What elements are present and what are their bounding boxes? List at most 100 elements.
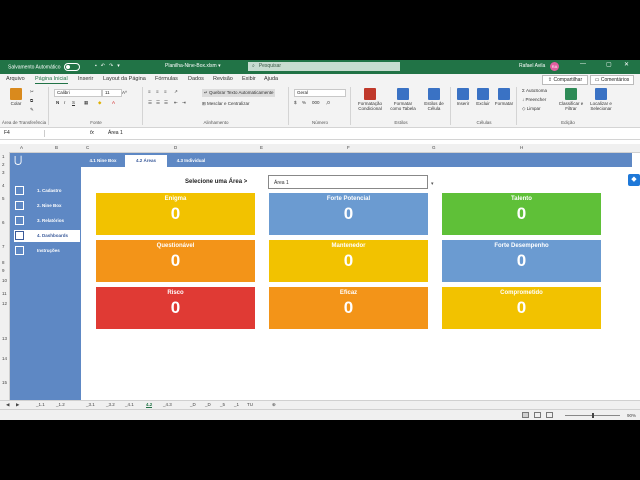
redo-icon[interactable]: ↷ [109, 63, 117, 69]
sheet-tab[interactable]: _D [205, 402, 211, 407]
row-header[interactable]: 3 [2, 170, 5, 175]
number-format-select[interactable]: Geral [294, 89, 346, 97]
maximize-icon[interactable]: ▢ [606, 61, 612, 68]
fill-color-icon[interactable]: ◆ [98, 100, 101, 106]
autosum-button[interactable]: Σ AutoSoma [522, 88, 547, 93]
row-header[interactable]: 11 [2, 291, 7, 296]
customize-icon[interactable]: ▾ [117, 63, 124, 69]
share-button[interactable]: ⇪ Compartilhar [542, 75, 588, 85]
sheet-tab[interactable]: _1.2 [56, 402, 65, 407]
tab-areas[interactable]: 4.2 Áreas [125, 155, 167, 167]
normal-view-icon[interactable] [522, 412, 529, 418]
font-name-select[interactable]: Calibri [54, 89, 102, 97]
percent-icon[interactable]: % [302, 100, 306, 105]
underline-icon[interactable]: S [72, 100, 75, 105]
align-left-icon[interactable]: ☰ [148, 100, 152, 106]
column-header[interactable]: B [55, 145, 58, 150]
tab-arquivo[interactable]: Arquivo [6, 76, 25, 82]
dropbox-icon[interactable]: ◆ [628, 174, 640, 186]
close-icon[interactable]: ✕ [624, 61, 629, 68]
copy-icon[interactable]: ⧉ [30, 98, 33, 103]
sheet-tab[interactable]: _1 [234, 402, 239, 407]
sheet-tab[interactable]: _D [190, 402, 196, 407]
insert-cells-button[interactable]: Inserir [454, 88, 472, 106]
italic-icon[interactable]: I [64, 100, 65, 105]
row-header[interactable]: 15 [2, 380, 7, 385]
column-header[interactable]: E [260, 145, 263, 150]
sheet-tab[interactable]: _4.1 [125, 402, 134, 407]
tab-layout[interactable]: Layout da Página [103, 76, 146, 82]
page-layout-icon[interactable] [534, 412, 541, 418]
delete-cells-button[interactable]: Excluir [474, 88, 492, 106]
row-header[interactable]: 12 [2, 301, 7, 306]
sheet-tab[interactable]: _3.2 [106, 402, 115, 407]
align-middle-icon[interactable]: ≡ [156, 89, 159, 94]
sheet-tab[interactable]: TU [247, 402, 253, 407]
currency-icon[interactable]: $ [294, 100, 297, 105]
indent-icon[interactable]: ⇤ [174, 100, 178, 106]
row-header[interactable]: 10 [2, 278, 7, 283]
tab-exibir[interactable]: Exibir [242, 76, 256, 82]
row-header[interactable]: 6 [2, 220, 5, 225]
zoom-level[interactable]: 90% [627, 413, 636, 418]
sidebar-item-cadastro[interactable]: 1. Cadastro [14, 185, 80, 197]
tab-ajuda[interactable]: Ajuda [264, 76, 278, 82]
tab-pagina-inicial[interactable]: Página Inicial [35, 76, 68, 84]
scroll-left-icon[interactable]: ◀ [6, 402, 9, 408]
search-box[interactable]: ⌕ Pesquisar [248, 62, 400, 71]
add-sheet-icon[interactable]: ⊕ [272, 402, 276, 408]
font-size-select[interactable]: 11 [102, 89, 122, 97]
tab-individual[interactable]: 4.3 Individual [171, 155, 211, 167]
column-header[interactable]: C [86, 145, 89, 150]
sheet-tab[interactable]: _3.1 [86, 402, 95, 407]
row-header[interactable]: 13 [2, 336, 7, 341]
sheet-tab[interactable]: _5 [220, 402, 225, 407]
sort-filter-button[interactable]: Classificar e Filtrar [558, 88, 584, 111]
sidebar-item-nine-box[interactable]: 2. Nine Box [14, 200, 80, 212]
dropdown-arrow-icon[interactable]: ▾ [431, 181, 434, 187]
fx-icon[interactable]: fx [90, 130, 94, 136]
merge-center-button[interactable]: ⊞ Mesclar e Centralizar [202, 101, 250, 107]
format-table-button[interactable]: Formatar como Tabela [388, 88, 418, 111]
align-center-icon[interactable]: ☰ [156, 100, 160, 106]
row-header[interactable]: 1 [2, 154, 5, 159]
area-select[interactable]: Área 1 [268, 175, 428, 189]
borders-icon[interactable]: ▦ [84, 100, 88, 106]
document-title[interactable]: Planilha-Nine-Box.xlsm ▾ [165, 63, 221, 69]
decimal-icon[interactable]: ,0 [326, 100, 330, 105]
font-color-icon[interactable]: A [112, 100, 115, 105]
row-header[interactable]: 8 [2, 260, 5, 265]
tab-revisao[interactable]: Revisão [213, 76, 233, 82]
sidebar-item-instrucoes[interactable]: Instruções [14, 245, 80, 257]
orientation-icon[interactable]: ↗ [174, 89, 178, 95]
undo-icon[interactable]: ↶ [101, 63, 109, 69]
bold-icon[interactable]: N [56, 100, 59, 105]
row-header[interactable]: 5 [2, 196, 5, 201]
sheet-tab[interactable]: _4.3 [163, 402, 172, 407]
row-header[interactable]: 7 [2, 244, 5, 249]
name-box[interactable]: F4 [2, 130, 45, 137]
cut-icon[interactable]: ✂ [30, 89, 34, 95]
paste-button[interactable]: Colar [6, 88, 26, 106]
align-right-icon[interactable]: ☰ [164, 100, 168, 106]
user-name[interactable]: Rafael Avila [519, 63, 545, 69]
column-header[interactable]: G [432, 145, 436, 150]
clear-button[interactable]: ◇ Limpar [522, 106, 540, 112]
avatar[interactable]: RA [550, 62, 559, 71]
cell-styles-button[interactable]: Estilos de Célula [420, 88, 448, 111]
row-header[interactable]: 14 [2, 356, 7, 361]
row-header[interactable]: 2 [2, 162, 5, 167]
tab-formulas[interactable]: Fórmulas [155, 76, 178, 82]
tab-inserir[interactable]: Inserir [78, 76, 93, 82]
sheet-tab-active[interactable]: 4.2 [146, 402, 153, 408]
conditional-format-button[interactable]: Formatação Condicional [354, 88, 386, 111]
tab-dados[interactable]: Dados [188, 76, 204, 82]
row-header[interactable]: 9 [2, 268, 5, 273]
align-top-icon[interactable]: ≡ [148, 89, 151, 94]
grow-font-icon[interactable]: A^ [122, 90, 127, 95]
column-header[interactable]: D [174, 145, 177, 150]
zoom-slider-handle[interactable] [592, 413, 594, 418]
outdent-icon[interactable]: ⇥ [182, 100, 186, 106]
sidebar-item-relatorios[interactable]: 3. Relatórios [14, 215, 80, 227]
column-header[interactable]: A [20, 145, 23, 150]
